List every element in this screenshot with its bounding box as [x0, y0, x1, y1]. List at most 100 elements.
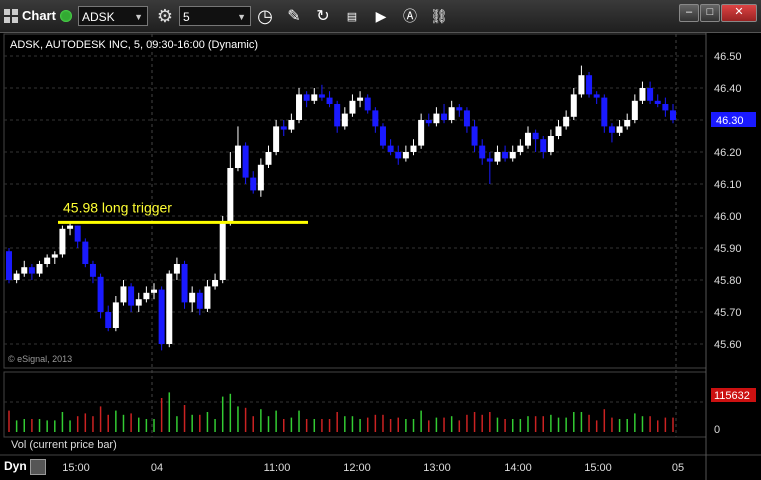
alert-icon[interactable]: Ⓐ	[399, 5, 421, 27]
candle-body	[311, 94, 318, 101]
y-axis: 46.50 46.40 46.30 46.20 46.10 46.00 45.90 45.80…	[714, 51, 742, 351]
candle-body	[44, 257, 51, 264]
candle-body	[296, 94, 303, 120]
candle-body	[112, 302, 119, 328]
candle-body	[82, 241, 89, 264]
close-button[interactable]: ✕	[721, 4, 757, 22]
candle-body	[524, 132, 531, 146]
price-chart[interactable]: 45.98 long trigger ADSK, AUTODESK INC, 5…	[0, 0, 761, 480]
candle-body	[647, 88, 654, 101]
candle-body	[463, 110, 470, 127]
window-title: Chart	[22, 8, 56, 23]
candle-body	[6, 251, 12, 280]
candle-body	[326, 97, 333, 104]
minimize-button[interactable]: –	[679, 4, 699, 22]
candle-body	[280, 126, 287, 130]
candle-body	[288, 120, 295, 130]
draw-pencil-icon[interactable]: ✎	[283, 5, 305, 27]
play-icon[interactable]: ▶	[370, 5, 392, 27]
volume-panel-border	[3, 371, 707, 438]
candle-body	[303, 94, 310, 101]
interval-select[interactable]: 5 ▼	[179, 6, 251, 26]
study-icon[interactable]: ▤	[341, 5, 363, 27]
candle-body	[36, 264, 43, 274]
candle-body	[257, 164, 264, 191]
y-tick-label: 45.80	[714, 275, 742, 287]
dyn-label: Dyn	[4, 459, 27, 473]
y-tick-label: 46.50	[714, 51, 742, 63]
settings-gear-icon[interactable]: ⚙	[154, 5, 176, 27]
candle-body	[433, 113, 440, 124]
candle-body	[97, 276, 104, 312]
candle-body	[74, 225, 81, 242]
candle-body	[486, 158, 493, 162]
y-tick-label: 45.60	[714, 339, 742, 351]
symbol-input[interactable]: ADSK ▼	[78, 6, 148, 26]
candle-body	[479, 145, 486, 159]
grid-icon	[4, 9, 18, 23]
candle-body	[502, 152, 509, 159]
candle-body	[13, 273, 20, 280]
candle-body	[265, 152, 272, 165]
candle-body	[456, 107, 463, 111]
candle-body	[586, 75, 593, 95]
candle-body	[441, 113, 448, 120]
candle-body	[250, 177, 257, 191]
candle-body	[616, 126, 623, 133]
candle-body	[494, 152, 501, 162]
candle-body	[196, 292, 203, 309]
candle-body	[166, 273, 173, 344]
candle-body	[204, 286, 211, 309]
candle-body	[555, 126, 562, 136]
link-icon[interactable]: ⛓	[428, 5, 450, 27]
candle-body	[234, 145, 241, 168]
candle-body	[631, 100, 638, 120]
candles	[6, 65, 676, 351]
y-tick-label: 46.00	[714, 211, 742, 223]
candle-body	[21, 267, 28, 274]
candle-body	[128, 286, 135, 306]
candle-body	[151, 289, 158, 293]
candle-body	[418, 120, 425, 146]
candle-body	[341, 113, 348, 127]
candle-body	[51, 254, 58, 258]
chevron-down-icon: ▼	[237, 12, 246, 22]
candle-body	[547, 136, 554, 152]
clock-icon[interactable]: ◷	[254, 5, 276, 27]
candle-body	[181, 264, 188, 303]
candle-body	[379, 126, 386, 146]
y-tick-label: 46.10	[714, 179, 742, 191]
candle-body	[662, 104, 669, 111]
y-tick-label: 46.40	[714, 83, 742, 95]
y-tick-label: 45.70	[714, 307, 742, 319]
x-tick-label: 11:00	[264, 462, 291, 474]
price-tag	[711, 112, 756, 127]
candle-body	[601, 97, 608, 127]
candle-body	[402, 152, 409, 159]
candle-body	[425, 120, 432, 124]
candle-body	[509, 152, 516, 159]
maximize-button[interactable]: □	[700, 4, 720, 22]
window-titlebar: Chart ADSK ▼ ⚙ 5 ▼ ◷ ✎ ↻ ▤ ▶ Ⓐ ⛓ – □ ✕	[0, 0, 761, 33]
candle-body	[120, 286, 127, 303]
candle-body	[219, 222, 226, 280]
volume-tag-text: 115632	[714, 390, 750, 402]
x-tick-label: 04	[151, 462, 163, 474]
chart-grid	[0, 33, 761, 480]
candle-body	[273, 126, 280, 152]
candle-body	[540, 139, 547, 152]
volume-tag	[711, 388, 756, 402]
candle-body	[364, 97, 371, 111]
candle-body	[89, 264, 96, 277]
candle-body	[349, 100, 356, 114]
candle-body	[227, 168, 234, 223]
candle-body	[372, 110, 379, 127]
price-panel-border	[3, 33, 707, 369]
fit-icon[interactable]	[30, 459, 46, 475]
y-tick-label: 46.20	[714, 147, 742, 159]
volume-zero-label: 0	[714, 424, 720, 436]
candle-body	[654, 100, 661, 104]
candle-body	[173, 264, 180, 274]
refresh-icon[interactable]: ↻	[312, 5, 334, 27]
x-tick-label: 13:00	[423, 462, 451, 474]
